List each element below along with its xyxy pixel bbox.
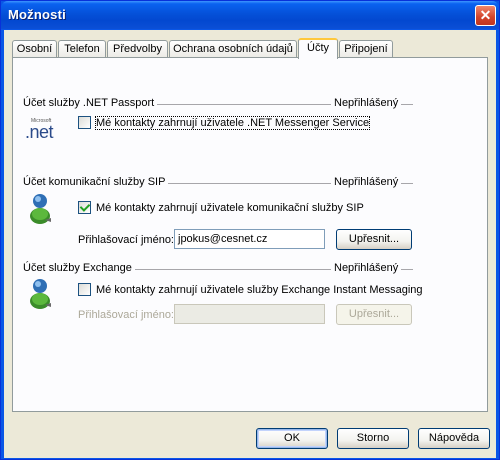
- messenger-user-icon: [30, 279, 51, 309]
- cancel-button[interactable]: Storno: [337, 428, 409, 449]
- close-icon: ✕: [479, 7, 492, 23]
- sip-checkbox[interactable]: [78, 201, 91, 214]
- exchange-refine-button[interactable]: Upřesnit...: [336, 304, 412, 325]
- help-button[interactable]: Nápověda: [418, 428, 490, 449]
- sip-refine-button[interactable]: Upřesnit...: [336, 229, 412, 250]
- net-passport-logo-icon: Microsoft .net: [25, 116, 63, 146]
- passport-status: Nepřihlášený: [331, 97, 402, 109]
- exchange-checkbox-label[interactable]: Mé kontakty zahrnují uživatele služby Ex…: [96, 284, 423, 296]
- window-title: Možnosti: [8, 7, 66, 22]
- tab-phone[interactable]: Telefon: [58, 40, 106, 57]
- options-dialog: Možnosti ✕ Osobní Telefon Předvolby Ochr…: [0, 0, 500, 460]
- messenger-user-icon: [30, 194, 51, 224]
- sip-section-title: Účet komunikační služby SIP: [23, 176, 169, 188]
- close-button[interactable]: ✕: [475, 5, 496, 26]
- sip-checkbox-row[interactable]: Mé kontakty zahrnují uživatele komunikač…: [78, 201, 364, 214]
- exchange-section-title: Účet služby Exchange: [23, 262, 135, 274]
- accounts-panel: Účet služby .NET Passport Nepřihlášený M…: [12, 57, 488, 412]
- sip-checkbox-label[interactable]: Mé kontakty zahrnují uživatele komunikač…: [96, 202, 364, 214]
- tab-privacy[interactable]: Ochrana osobních údajů: [169, 40, 297, 57]
- exchange-status: Nepřihlášený: [331, 262, 402, 274]
- tab-accounts[interactable]: Účty: [298, 38, 338, 59]
- exchange-signin-label: Přihlašovací jméno:: [78, 309, 174, 321]
- title-bar[interactable]: Možnosti ✕: [1, 1, 499, 29]
- passport-checkbox-label[interactable]: Mé kontakty zahrnují uživatele .NET Mess…: [94, 115, 371, 130]
- dialog-client-area: Osobní Telefon Předvolby Ochrana osobníc…: [4, 30, 496, 458]
- passport-checkbox[interactable]: [78, 116, 91, 129]
- sip-signin-field[interactable]: jpokus@cesnet.cz: [174, 229, 325, 249]
- passport-checkbox-row[interactable]: Mé kontakty zahrnují uživatele .NET Mess…: [78, 115, 371, 130]
- tab-connection[interactable]: Připojení: [339, 40, 393, 57]
- ok-button[interactable]: OK: [256, 428, 328, 449]
- tab-personal[interactable]: Osobní: [12, 40, 57, 57]
- tab-preferences[interactable]: Předvolby: [107, 40, 168, 57]
- exchange-checkbox[interactable]: [78, 283, 91, 296]
- exchange-signin-field[interactable]: [174, 304, 325, 324]
- sip-signin-label: Přihlašovací jméno:: [78, 234, 174, 246]
- exchange-checkbox-row[interactable]: Mé kontakty zahrnují uživatele služby Ex…: [78, 283, 423, 296]
- logo-net-text: .net: [25, 122, 54, 142]
- sip-status: Nepřihlášený: [331, 176, 402, 188]
- passport-section-title: Účet služby .NET Passport: [23, 97, 158, 109]
